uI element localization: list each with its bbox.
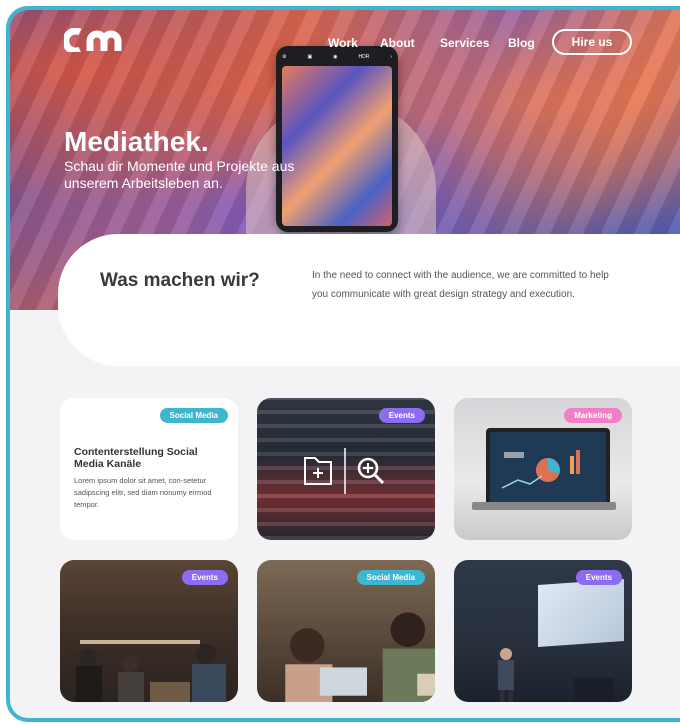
logo[interactable]: [64, 28, 134, 52]
card-title: Contenterstellung Social Media Kanäle: [74, 446, 198, 470]
hire-us-button[interactable]: Hire us: [552, 29, 632, 55]
phone-screen: [282, 66, 392, 226]
page-subtitle: Schau dir Momente und Projekte aus unser…: [64, 158, 295, 191]
intro-title: Was machen wir?: [100, 270, 260, 291]
media-card-social[interactable]: Social Media Contenterstellung Social Me…: [60, 398, 238, 540]
phone-image: ⚙ ▣ ◉ HDR ›: [276, 46, 398, 232]
nav-blog[interactable]: Blog: [508, 36, 535, 50]
media-card-social-team[interactable]: Social Media: [257, 560, 435, 702]
media-card-events-meeting[interactable]: Events: [60, 560, 238, 702]
media-card-events-auditorium[interactable]: Events: [257, 398, 435, 540]
media-card-marketing[interactable]: Marketing: [454, 398, 632, 540]
nav-services[interactable]: Services: [440, 36, 489, 50]
laptop-screen-image: [486, 428, 610, 508]
dashboard-graphic: [501, 450, 580, 489]
category-badge: Events: [575, 570, 622, 585]
card-overlay-icons: [304, 448, 385, 494]
category-badge: Events: [378, 408, 425, 423]
intro-text: In the need to connect with the audience…: [312, 270, 609, 300]
card-body: Lorem ipsum dolor sit amet, con-setetur …: [74, 476, 212, 509]
folder-add-icon[interactable]: [304, 457, 332, 485]
meeting-image: [76, 640, 226, 702]
nav-about[interactable]: About: [380, 36, 415, 50]
presenter-image: [498, 648, 614, 702]
intro-card: Was machen wir? In the need to connect w…: [58, 234, 680, 366]
top-nav: Work About Services Blog Hire us: [10, 24, 680, 55]
page-title: Mediathek.: [64, 126, 209, 157]
category-badge: Social Media: [159, 408, 228, 423]
zoom-in-icon[interactable]: [357, 457, 385, 485]
category-badge: Events: [181, 570, 228, 585]
category-badge: Marketing: [564, 408, 622, 423]
media-card-events-presentation[interactable]: Events: [454, 560, 632, 702]
browser-frame: ⚙ ▣ ◉ HDR › Work About Services Blog Hire us…: [6, 6, 680, 722]
category-badge: Social Media: [356, 570, 425, 585]
team-image: [285, 612, 435, 702]
laptop-base: [472, 502, 616, 510]
nav-work[interactable]: Work: [328, 36, 358, 50]
